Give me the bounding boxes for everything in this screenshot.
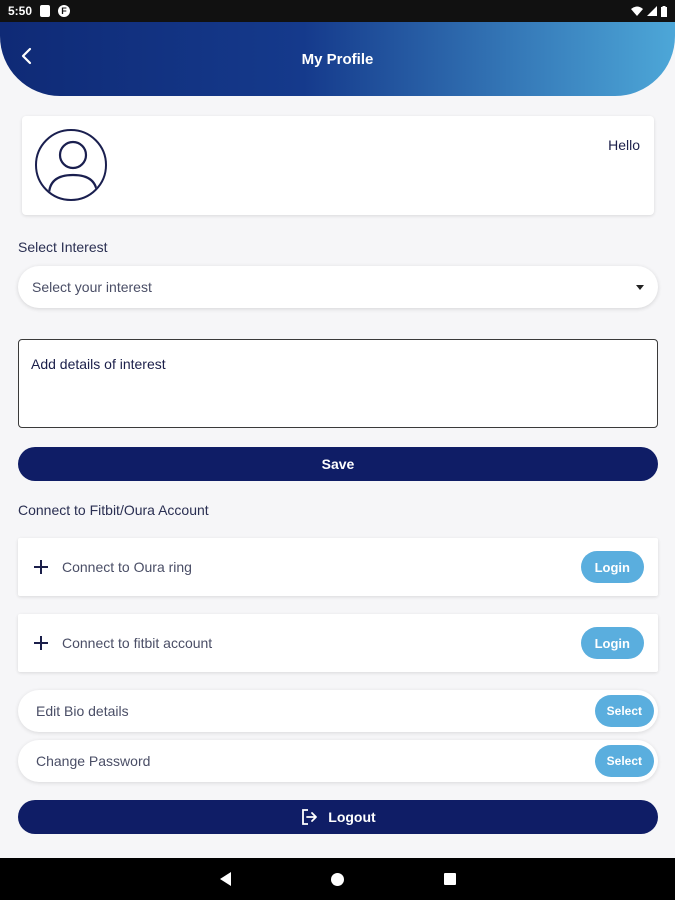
nav-back-icon[interactable] xyxy=(219,872,231,886)
connect-oura-card: Connect to Oura ring Login xyxy=(18,538,658,596)
change-password-row: Change Password Select xyxy=(18,740,658,782)
logout-icon xyxy=(302,809,318,825)
logout-button[interactable]: Logout xyxy=(18,800,658,834)
nav-recents-icon[interactable] xyxy=(443,873,456,885)
caret-down-icon xyxy=(636,284,644,290)
logout-button-label: Logout xyxy=(328,809,376,825)
connect-section-label: Connect to Fitbit/Oura Account xyxy=(18,502,209,518)
fitbit-login-button[interactable]: Login xyxy=(580,627,644,659)
signal-icon xyxy=(647,6,657,16)
connect-fitbit-text: Connect to fitbit account xyxy=(62,635,213,651)
change-password-text: Change Password xyxy=(36,753,151,769)
battery-icon xyxy=(661,5,667,17)
oura-login-button[interactable]: Login xyxy=(580,551,644,583)
connect-oura-text: Connect to Oura ring xyxy=(62,559,192,575)
avatar[interactable] xyxy=(35,129,107,201)
status-time: 5:50 xyxy=(8,4,33,18)
select-interest-label: Select Interest xyxy=(18,239,108,255)
edit-bio-text: Edit Bio details xyxy=(36,703,129,719)
app-notification-icon: F xyxy=(58,5,71,17)
sd-card-icon xyxy=(40,5,51,17)
interest-dropdown[interactable]: Select your interest xyxy=(18,266,658,308)
plus-icon xyxy=(34,560,48,574)
plus-icon xyxy=(34,636,48,650)
page-title: My Profile xyxy=(301,50,374,68)
edit-bio-row: Edit Bio details Select xyxy=(18,690,658,732)
app-header: My Profile xyxy=(0,22,675,96)
status-bar: 5:50 F xyxy=(0,0,675,22)
wifi-icon xyxy=(631,6,643,16)
chevron-left-icon xyxy=(21,47,32,65)
edit-bio-select-button[interactable]: Select xyxy=(594,695,654,727)
profile-card: Hello xyxy=(22,116,654,215)
profile-greeting: Hello xyxy=(608,137,640,153)
save-button[interactable]: Save xyxy=(18,447,658,481)
interest-details-placeholder: Add details of interest xyxy=(31,356,166,372)
interest-dropdown-placeholder: Select your interest xyxy=(32,279,152,295)
save-button-label: Save xyxy=(321,456,355,472)
nav-home-icon[interactable] xyxy=(330,872,344,886)
change-password-select-button[interactable]: Select xyxy=(594,745,654,777)
system-nav-bar xyxy=(0,858,675,900)
connect-fitbit-card: Connect to fitbit account Login xyxy=(18,614,658,672)
back-button[interactable] xyxy=(14,44,38,68)
user-icon xyxy=(47,140,99,196)
interest-details-input[interactable]: Add details of interest xyxy=(18,339,658,428)
